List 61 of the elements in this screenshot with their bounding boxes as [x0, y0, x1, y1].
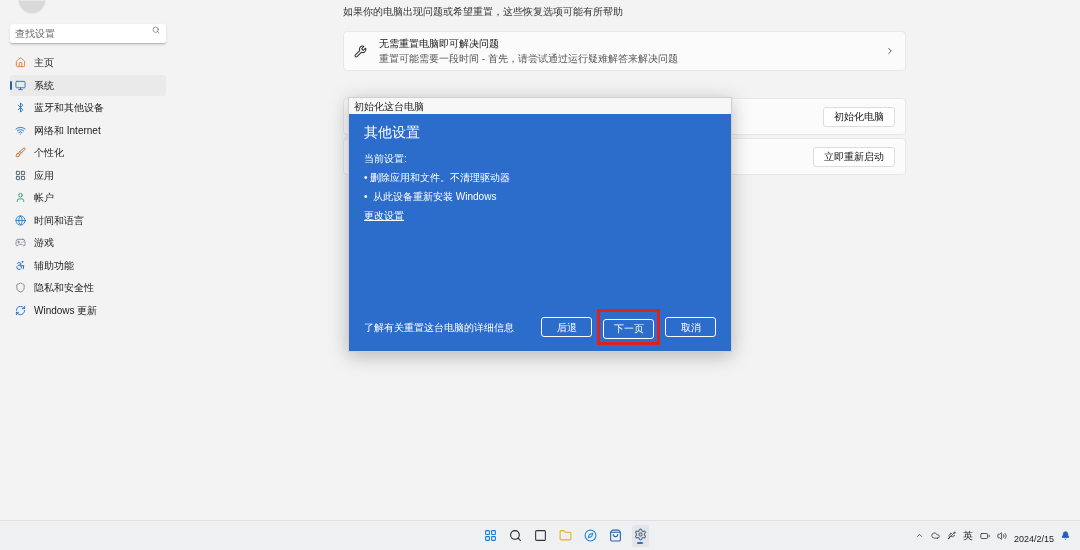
home-icon: [15, 57, 26, 69]
folder-icon: [558, 529, 572, 542]
gamepad-icon: [15, 237, 26, 249]
bullet-text: • 从此设备重新安装 Windows: [364, 190, 498, 204]
wrench-icon: [354, 44, 367, 58]
brush-icon: [15, 147, 26, 159]
sidebar-item[interactable]: 个性化: [10, 142, 166, 164]
card-subtitle: 重置可能需要一段时间 - 首先，请尝试通过运行疑难解答来解决问题: [379, 52, 679, 66]
chevron-up-icon[interactable]: [914, 531, 924, 540]
learn-more-link[interactable]: 了解有关重置这台电脑的详细信息: [364, 319, 541, 335]
dialog-button[interactable]: 下一页: [603, 318, 654, 339]
dialog-heading: 其他设置: [364, 123, 421, 142]
dialog-button[interactable]: 取消: [665, 317, 716, 337]
accessibility-icon: [15, 259, 26, 271]
language-indicator[interactable]: 英: [962, 528, 973, 543]
sidebar-item[interactable]: 游戏: [10, 232, 166, 254]
usb-icon[interactable]: [946, 531, 956, 540]
task-view-icon: [533, 529, 547, 542]
sidebar-item[interactable]: 主页: [10, 52, 166, 74]
sidebar-item[interactable]: 网络和 Internet: [10, 119, 166, 141]
dialog-title: 初始化这台电脑: [354, 99, 424, 114]
current-settings-label: 当前设置:: [364, 152, 408, 166]
chevron-icon: [885, 46, 895, 56]
active-indicator: [637, 541, 643, 544]
bullet-text: • 删除应用和文件。不清理驱动器: [364, 171, 512, 185]
globe-icon: [15, 214, 26, 226]
option-button[interactable]: 初始化电脑: [823, 106, 895, 127]
battery-icon[interactable]: [979, 530, 990, 541]
bluetooth-icon: [15, 102, 26, 114]
sidebar-item[interactable]: Windows 更新: [10, 299, 166, 321]
change-settings-link[interactable]: 更改设置: [364, 208, 404, 223]
sidebar-item[interactable]: 系统: [10, 74, 166, 96]
intro-text: 如果你的电脑出现问题或希望重置，这些恢复选项可能有所帮助: [343, 5, 624, 19]
cloud-icon[interactable]: [930, 531, 940, 540]
card-title: 无需重置电脑即可解决问题: [379, 37, 500, 51]
notification-icon[interactable]: [1061, 531, 1070, 540]
search-icon: [152, 26, 160, 34]
selection-indicator: [10, 80, 12, 90]
settings-icon: [633, 527, 647, 541]
fix-card[interactable]: 无需重置电脑即可解决问题 重置可能需要一段时间 - 首先，请尝试通过运行疑难解答来解决问题: [343, 31, 906, 71]
apps-icon: [15, 169, 26, 181]
date-text[interactable]: 2024/2/15: [1013, 532, 1054, 547]
volume-icon[interactable]: [996, 530, 1007, 541]
wifi-icon: [15, 124, 26, 136]
user-icon: [15, 192, 26, 204]
sidebar-item[interactable]: 时间和语言: [10, 209, 166, 231]
shield-icon: [15, 282, 26, 294]
sidebar-item[interactable]: 蓝牙和其他设备: [10, 97, 166, 119]
store-icon: [608, 529, 622, 542]
monitor-icon: [15, 79, 26, 91]
option-button[interactable]: 立即重新启动: [813, 146, 895, 167]
search-field[interactable]: 查找设置: [10, 24, 166, 44]
dialog-button[interactable]: 后退: [541, 317, 592, 337]
sidebar-item[interactable]: 帐户: [10, 187, 166, 209]
update-icon: [15, 304, 26, 316]
browser-icon: [583, 529, 597, 542]
sidebar-item[interactable]: 应用: [10, 164, 166, 186]
start-icon: [483, 529, 497, 542]
sidebar-item[interactable]: 隐私和安全性: [10, 277, 166, 299]
search-icon: [508, 529, 522, 542]
sidebar-item[interactable]: 辅助功能: [10, 254, 166, 276]
